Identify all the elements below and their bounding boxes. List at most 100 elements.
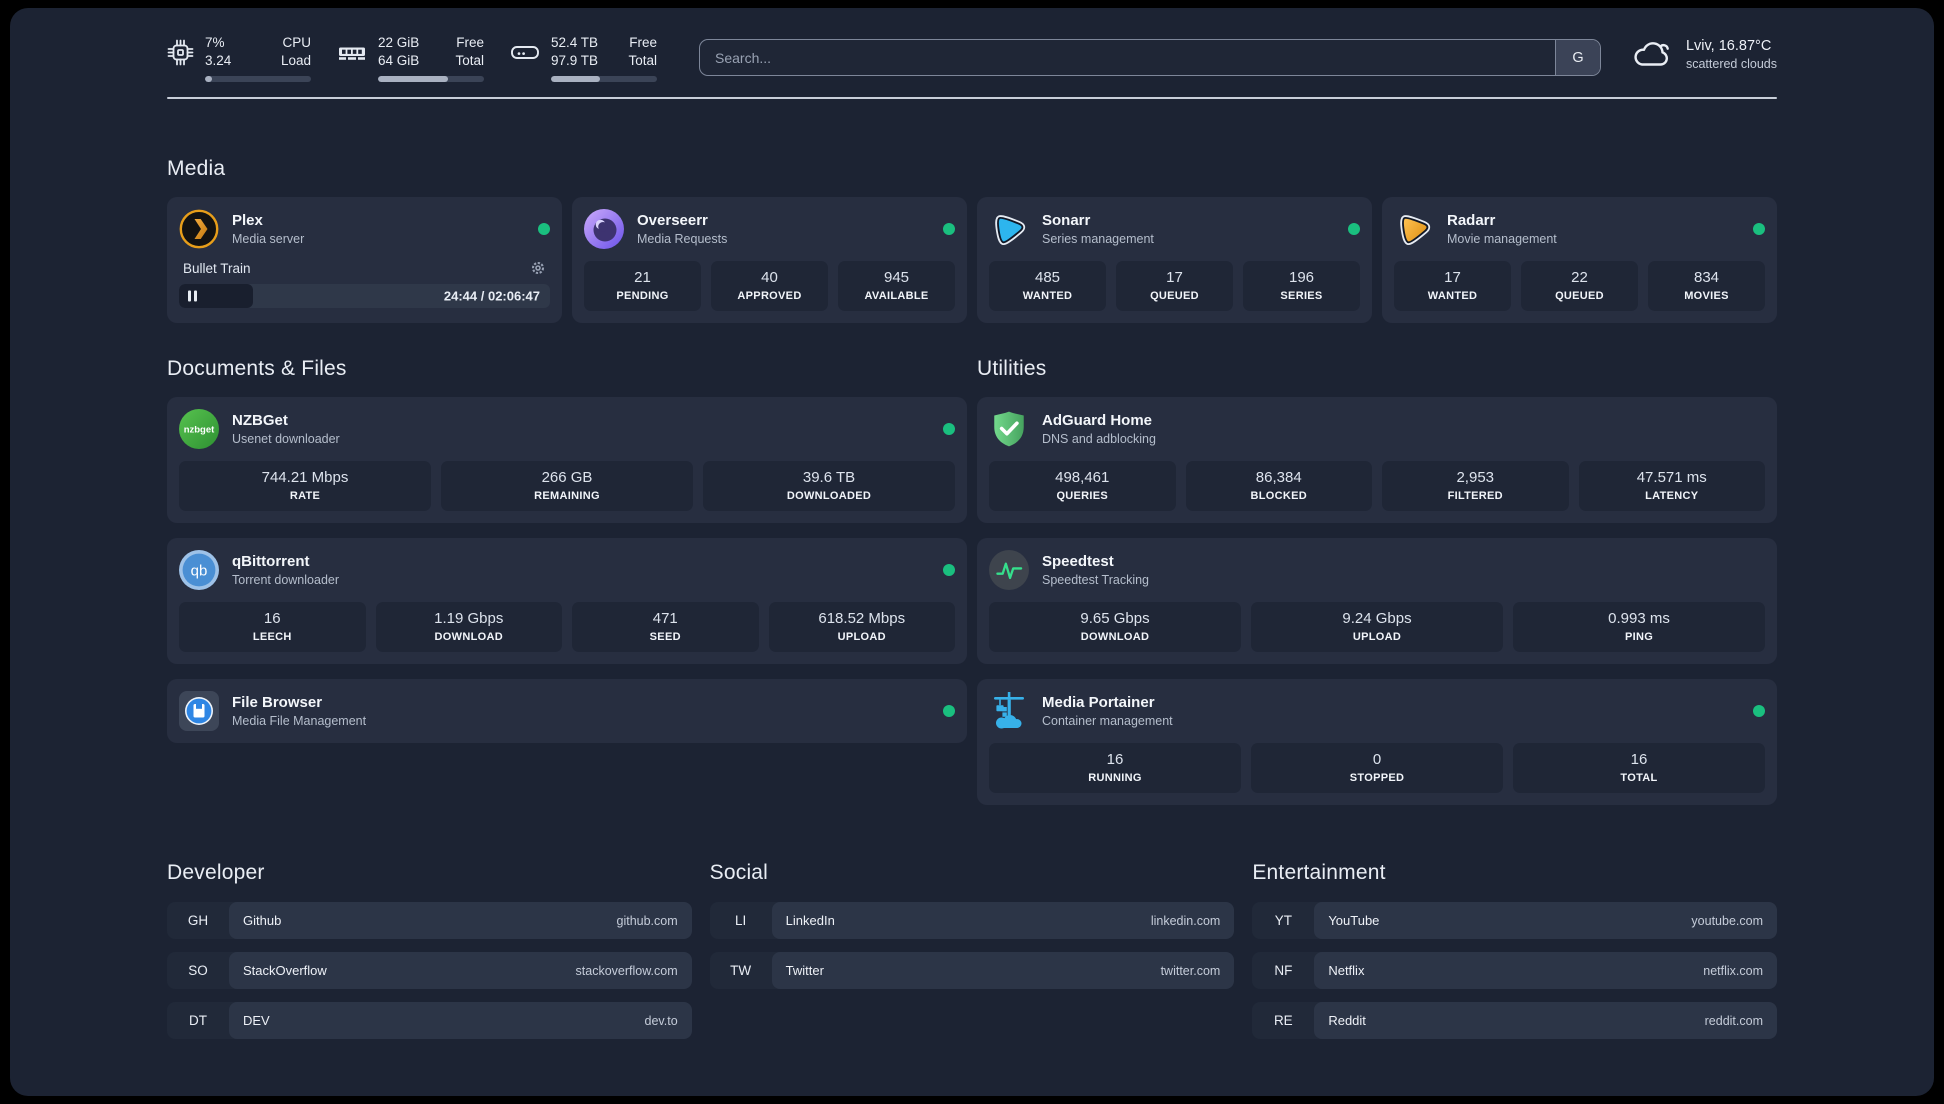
load-label: Load (280, 53, 311, 68)
portainer-icon (989, 691, 1029, 731)
link-url: reddit.com (1704, 1013, 1763, 1028)
plex-now-playing: Bullet Train 24:44 / 02:06:47 (179, 260, 550, 308)
cpu-icon (167, 39, 194, 82)
stat-pending: 21 PENDING (584, 261, 701, 311)
app-card-filebrowser[interactable]: File Browser Media File Management (167, 679, 967, 743)
storage-usage-bar (551, 76, 657, 82)
link-abbreviation: SO (188, 963, 208, 978)
link-name: StackOverflow (243, 963, 327, 978)
stat-running: 16 RUNNING (989, 743, 1241, 793)
app-description: Torrent downloader (232, 573, 340, 587)
utilities-column: Utilities AdGuard Home DNS and adblockin… (977, 357, 1777, 805)
app-card-speedtest[interactable]: Speedtest Speedtest Tracking 9.65 Gbps D… (977, 538, 1777, 664)
status-online-dot (943, 564, 955, 576)
link-url: netflix.com (1703, 963, 1763, 978)
header-divider (167, 97, 1777, 99)
link-name: Reddit (1328, 1013, 1366, 1028)
link-github[interactable]: GH Github github.com (167, 902, 692, 939)
stat-ping: 0.993 ms PING (1513, 602, 1765, 652)
nzbget-icon: nzbget (179, 409, 219, 449)
stat-leech: 16 LEECH (179, 602, 366, 652)
link-url: linkedin.com (1150, 913, 1221, 928)
dashboard-panel: 7% 3.24 CPU Load 22 GiB 64 GiB Free Tota… (10, 8, 1934, 1096)
app-name: NZBGet (232, 412, 288, 429)
app-card-sonarr[interactable]: Sonarr Series management 485 WANTED 17 Q… (977, 197, 1372, 323)
plex-icon (179, 209, 219, 249)
svg-text:nzbget: nzbget (184, 425, 215, 436)
top-bar: 7% 3.24 CPU Load 22 GiB 64 GiB Free Tota… (167, 34, 1777, 82)
app-card-radarr[interactable]: Radarr Movie management 17 WANTED 22 QUE… (1382, 197, 1777, 323)
stat-wanted: 485 WANTED (989, 261, 1106, 311)
status-online-dot (943, 223, 955, 235)
stat-download: 1.19 Gbps DOWNLOAD (375, 602, 562, 652)
app-card-plex[interactable]: Plex Media server Bullet Train 24:44 / 0… (167, 197, 562, 323)
app-name: Sonarr (1042, 212, 1091, 229)
stat-total: 16 TOTAL (1513, 743, 1765, 793)
social-links-section: Social LI LinkedIn linkedin.com TW Twitt… (709, 861, 1235, 1039)
pause-icon[interactable] (188, 290, 197, 302)
link-reddit[interactable]: RE Reddit reddit.com (1252, 1002, 1777, 1039)
storage-total-value: 97.9 TB (551, 53, 599, 68)
stat-approved: 40 APPROVED (711, 261, 828, 311)
link-linkedin[interactable]: LI LinkedIn linkedin.com (709, 902, 1235, 939)
section-title-entertainment: Entertainment (1252, 861, 1386, 884)
link-youtube[interactable]: YT YouTube youtube.com (1252, 902, 1777, 939)
storage-icon (510, 39, 540, 82)
status-online-dot (943, 705, 955, 717)
link-abbreviation: NF (1274, 963, 1293, 978)
stat-queued: 22 QUEUED (1521, 261, 1638, 311)
app-description: Series management (1042, 232, 1154, 246)
app-description: Usenet downloader (232, 432, 340, 446)
stat-seed: 471 SEED (572, 602, 759, 652)
app-card-adguard[interactable]: AdGuard Home DNS and adblocking 498,461 … (977, 397, 1777, 523)
stat-download: 9.65 Gbps DOWNLOAD (989, 602, 1241, 652)
app-description: Media Requests (637, 232, 728, 246)
link-abbreviation: DT (189, 1013, 207, 1028)
storage-free-value: 52.4 TB (551, 35, 599, 50)
speedtest-icon (989, 550, 1029, 590)
status-online-dot (1753, 223, 1765, 235)
search-input[interactable] (700, 40, 1555, 75)
entertainment-links-section: Entertainment YT YouTube youtube.com NF … (1252, 861, 1777, 1039)
link-name: Twitter (785, 963, 824, 978)
status-online-dot (1348, 223, 1360, 235)
cloud-icon (1629, 37, 1673, 71)
link-abbreviation: GH (187, 913, 209, 928)
app-name: File Browser (232, 694, 323, 711)
adguard-icon (989, 409, 1029, 449)
playback-progress-bar[interactable]: 24:44 / 02:06:47 (179, 284, 550, 308)
storage-total-label: Total (628, 53, 657, 68)
link-name: DEV (243, 1013, 270, 1028)
link-url: youtube.com (1691, 913, 1763, 928)
app-name: Speedtest (1042, 553, 1114, 570)
cpu-usage-bar (205, 76, 311, 82)
weather-widget[interactable]: Lviv, 16.87°C scattered clouds (1629, 37, 1777, 71)
link-name: Github (243, 913, 282, 928)
link-abbreviation: LI (735, 913, 747, 928)
app-card-nzbget[interactable]: nzbget NZBGet Usenet downloader 744.21 M… (167, 397, 967, 523)
settings-icon[interactable] (530, 260, 546, 276)
link-name: Netflix (1328, 963, 1365, 978)
cpu-label: CPU (282, 35, 311, 50)
status-online-dot (538, 223, 550, 235)
search-engine-button[interactable]: G (1554, 40, 1600, 75)
link-url: github.com (616, 913, 678, 928)
cpu-metric: 7% 3.24 CPU Load (167, 34, 311, 82)
app-description: DNS and adblocking (1042, 432, 1156, 446)
app-card-portainer[interactable]: Media Portainer Container management 16 … (977, 679, 1777, 805)
cpu-usage-value: 7% (205, 35, 225, 50)
link-netflix[interactable]: NF Netflix netflix.com (1252, 952, 1777, 989)
link-twitter[interactable]: TW Twitter twitter.com (709, 952, 1235, 989)
svg-text:qb: qb (191, 563, 208, 580)
app-description: Media server (232, 232, 305, 246)
app-card-overseerr[interactable]: Overseerr Media Requests 21 PENDING 40 A… (572, 197, 967, 323)
section-title-developer: Developer (167, 861, 265, 884)
link-dev-to[interactable]: DT DEV dev.to (167, 1002, 692, 1039)
app-card-qbittorrent[interactable]: qb qBittorrent Torrent downloader 16 LEE… (167, 538, 967, 664)
search-bar: G (699, 39, 1601, 76)
ram-free-label: Free (456, 35, 484, 50)
sonarr-icon (989, 209, 1029, 249)
stat-movies: 834 MOVIES (1648, 261, 1765, 311)
storage-metric: 52.4 TB 97.9 TB Free Total (510, 34, 657, 82)
link-stackoverflow[interactable]: SO StackOverflow stackoverflow.com (167, 952, 692, 989)
